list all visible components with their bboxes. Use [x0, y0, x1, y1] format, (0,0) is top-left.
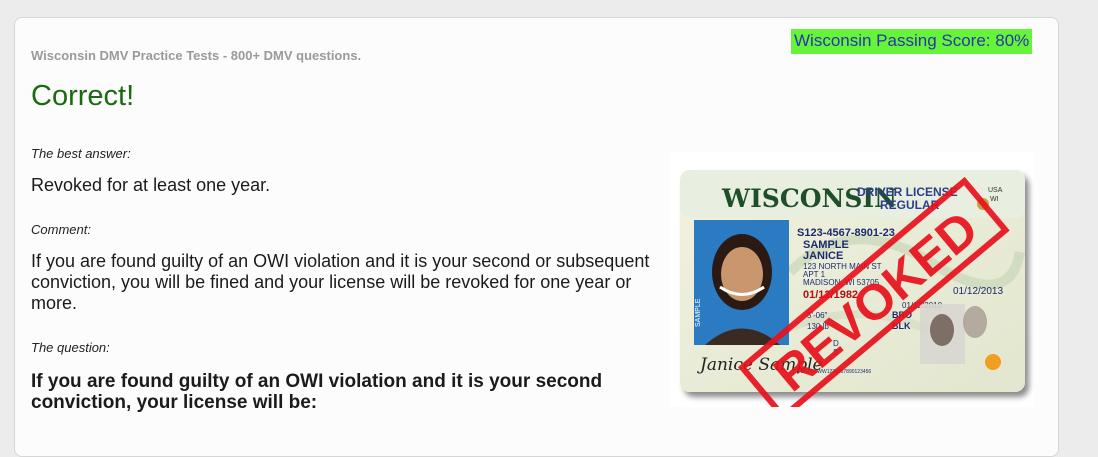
svg-text:S123-4567-8901-23: S123-4567-8901-23: [797, 227, 895, 239]
hologram-seal-icon: [985, 354, 1001, 370]
site-title: Wisconsin DMV Practice Tests - 800+ DMV …: [31, 48, 362, 63]
best-answer-label: The best answer:: [31, 146, 131, 161]
svg-text:JANICE: JANICE: [803, 250, 843, 262]
photo-side-label: SAMPLE: [695, 298, 702, 327]
comment-text: If you are found guilty of an OWI violat…: [31, 251, 650, 313]
best-answer-text: Revoked for at least one year.: [31, 175, 271, 195]
result-heading: Correct!: [31, 80, 135, 112]
comment-label: Comment:: [31, 222, 91, 237]
passing-score-badge: Wisconsin Passing Score: 80%: [791, 29, 1033, 54]
revoked-license-image: WISCONSIN DRIVER LICENSE REGULAR USA WI …: [670, 152, 1034, 421]
question-label: The question:: [31, 340, 110, 355]
license-usa: USA: [988, 187, 1003, 194]
svg-text:01/12/2013: 01/12/2013: [953, 286, 1003, 297]
license-wi: WI: [990, 196, 999, 203]
ghost-photo-2: [963, 306, 987, 338]
question-text: If you are found guilty of an OWI violat…: [31, 371, 603, 413]
